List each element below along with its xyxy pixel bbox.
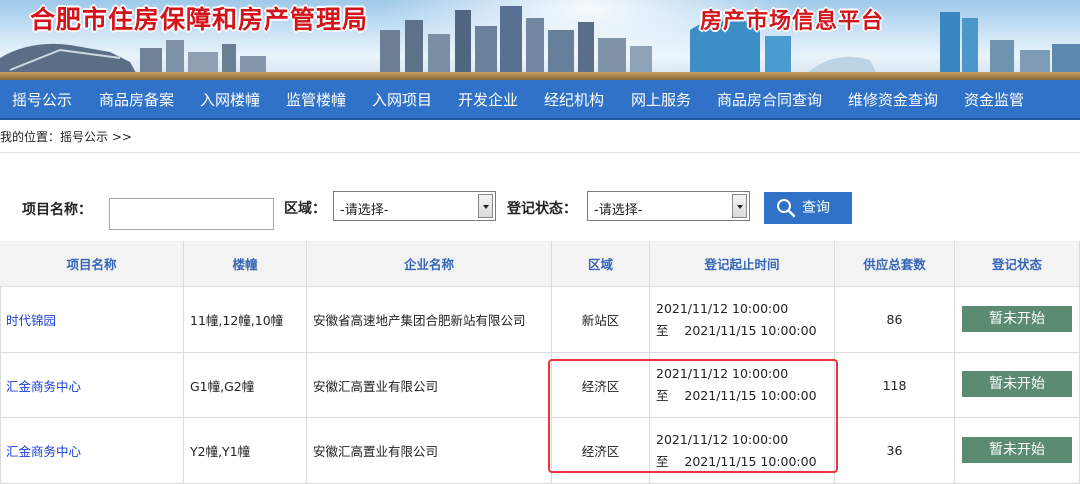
chevron-down-icon [732, 194, 747, 218]
nav-item-contract-query[interactable]: 商品房合同查询 [717, 80, 822, 120]
table-cell-supply: 36 [835, 418, 955, 484]
nav-item-maintenance-fund-query[interactable]: 维修资金查询 [848, 80, 938, 120]
table-cell-time: 2021/11/12 10:00:00 至 2021/11/15 10:00:0… [650, 287, 835, 353]
nav-item-networked-projects[interactable]: 入网项目 [372, 80, 432, 120]
col-header-buildings: 楼幢 [184, 241, 307, 287]
main-nav: 摇号公示 商品房备案 入网楼幢 监管楼幢 入网项目 开发企业 经纪机构 网上服务… [0, 80, 1080, 120]
table-cell-buildings: G1幢,G2幢 [184, 353, 307, 418]
table-cell-status: 暂未开始 [955, 418, 1080, 484]
col-header-supply: 供应总套数 [835, 241, 955, 287]
time-start: 2021/11/12 10:00:00 [656, 366, 789, 381]
table-cell-supply: 118 [835, 353, 955, 418]
project-link[interactable]: 汇金商务中心 [6, 376, 81, 395]
status-select[interactable]: -请选择- [587, 191, 750, 221]
nav-item-housing-filing[interactable]: 商品房备案 [99, 80, 174, 120]
table-cell-buildings: 11幢,12幢,10幢 [184, 287, 307, 353]
lottery-table: 项目名称 楼幢 企业名称 区域 登记起止时间 供应总套数 登记状态 时代锦园 1… [0, 241, 1080, 484]
table-cell-time: 2021/11/12 10:00:00 至 2021/11/15 10:00:0… [650, 418, 835, 484]
project-name-label: 项目名称： [22, 202, 92, 218]
table-cell-buildings: Y2幢,Y1幢 [184, 418, 307, 484]
table-cell-company: 安徽汇高置业有限公司 [307, 353, 552, 418]
project-link[interactable]: 汇金商务中心 [6, 441, 81, 460]
col-header-project: 项目名称 [0, 241, 184, 287]
table-cell-region: 新站区 [552, 287, 650, 353]
divider [0, 152, 1080, 153]
road-strip [0, 72, 1080, 80]
chevron-down-icon [478, 194, 493, 218]
region-label: 区域： [284, 201, 326, 217]
table-cell-company: 安徽汇高置业有限公司 [307, 418, 552, 484]
query-button[interactable]: 查询 [764, 192, 852, 224]
col-header-status: 登记状态 [955, 241, 1080, 287]
status-button[interactable]: 暂未开始 [962, 437, 1072, 463]
header-banner: 合肥市住房保障和房产管理局 房产市场信息平台 [0, 0, 1080, 80]
nav-item-brokers[interactable]: 经纪机构 [544, 80, 604, 120]
status-button[interactable]: 暂未开始 [962, 306, 1072, 332]
table-cell-project: 汇金商务中心 [0, 418, 184, 484]
time-end: 至 2021/11/15 10:00:00 [656, 388, 817, 403]
magnifier-icon [777, 199, 796, 218]
nav-item-developers[interactable]: 开发企业 [458, 80, 518, 120]
nav-item-fund-supervision[interactable]: 资金监管 [964, 80, 1024, 120]
nav-item-online-service[interactable]: 网上服务 [631, 80, 691, 120]
region-select[interactable]: -请选择- [333, 191, 496, 221]
table-cell-time: 2021/11/12 10:00:00 至 2021/11/15 10:00:0… [650, 353, 835, 418]
table-cell-company: 安徽省高速地产集团合肥新站有限公司 [307, 287, 552, 353]
query-button-label: 查询 [802, 200, 830, 216]
table-cell-project: 汇金商务中心 [0, 353, 184, 418]
table-cell-supply: 86 [835, 287, 955, 353]
status-label: 登记状态： [507, 201, 577, 217]
platform-title: 房产市场信息平台 [700, 9, 885, 34]
time-end: 至 2021/11/15 10:00:00 [656, 322, 817, 338]
col-header-company: 企业名称 [307, 241, 552, 287]
table-cell-status: 暂未开始 [955, 287, 1080, 353]
table-cell-region: 经济区 [552, 353, 650, 418]
breadcrumb: 我的位置：摇号公示 >> [0, 130, 132, 144]
region-selected-value: -请选择- [340, 203, 389, 218]
nav-item-lottery[interactable]: 摇号公示 [12, 80, 72, 120]
table-cell-status: 暂未开始 [955, 353, 1080, 418]
time-end: 至 2021/11/15 10:00:00 [656, 453, 817, 469]
nav-item-networked-buildings[interactable]: 入网楼幢 [200, 80, 260, 120]
site-title: 合肥市住房保障和房产管理局 [30, 5, 369, 34]
project-name-input[interactable] [109, 198, 274, 230]
col-header-time: 登记起止时间 [650, 241, 835, 287]
time-start: 2021/11/12 10:00:00 [656, 300, 789, 316]
status-selected-value: -请选择- [594, 203, 643, 218]
time-start: 2021/11/12 10:00:00 [656, 431, 789, 447]
table-cell-region: 经济区 [552, 418, 650, 484]
col-header-region: 区域 [552, 241, 650, 287]
status-button[interactable]: 暂未开始 [962, 371, 1072, 397]
project-link[interactable]: 时代锦园 [6, 310, 56, 329]
nav-item-supervised-buildings[interactable]: 监管楼幢 [286, 80, 346, 120]
table-cell-project: 时代锦园 [0, 287, 184, 353]
